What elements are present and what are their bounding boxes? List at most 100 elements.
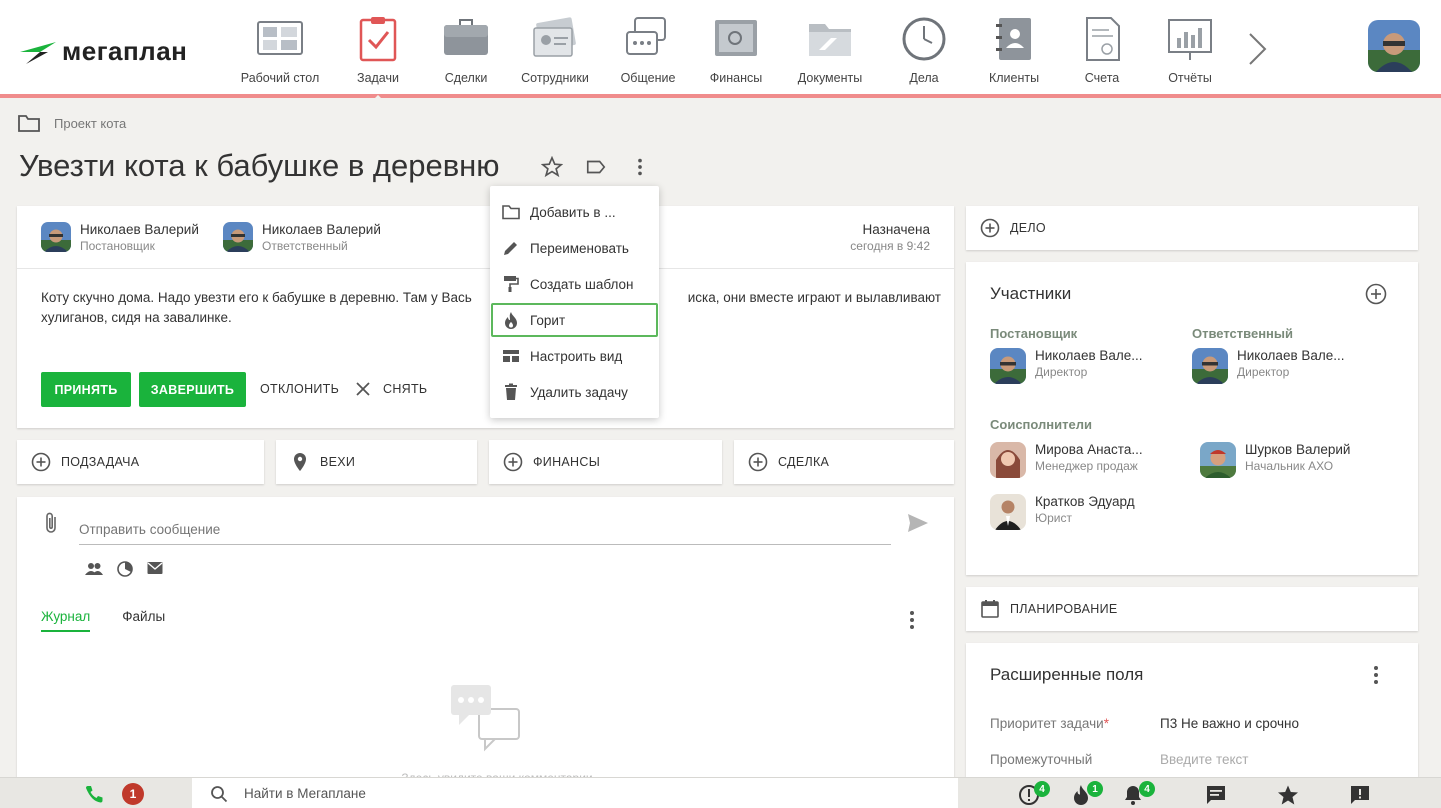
avatar	[1200, 442, 1236, 478]
envelope-icon[interactable]	[147, 561, 163, 575]
user-avatar[interactable]	[1368, 20, 1420, 72]
nav-label: Счета	[1084, 71, 1120, 85]
planning-button[interactable]: ПЛАНИРОВАНИЕ	[966, 587, 1418, 631]
location-pin-icon	[294, 453, 306, 471]
planning-label: ПЛАНИРОВАНИЕ	[1010, 602, 1118, 616]
more-vertical-icon[interactable]	[1365, 664, 1387, 686]
global-search[interactable]: Найти в Мегаплане	[192, 778, 958, 808]
menu-item-label: Горит	[530, 312, 566, 328]
clock-icon	[902, 17, 946, 61]
plus-circle-icon	[748, 452, 768, 472]
nav-item-affairs[interactable]: Дела	[874, 0, 974, 98]
alerts-badge: 4	[1034, 781, 1050, 797]
nav-item-communication[interactable]: Общение	[610, 0, 686, 98]
participant-coexecutor[interactable]: Мирова Анаста... Менеджер продаж	[990, 442, 1143, 478]
message-icon[interactable]	[1205, 784, 1227, 806]
task-author[interactable]: Николаев Валерий Постановщик	[41, 222, 199, 253]
nav-item-deals[interactable]: Сделки	[432, 0, 500, 98]
menu-item-label: Создать шаблон	[530, 276, 634, 292]
description-end: иска, они вместе играют и вылавливают	[687, 290, 941, 305]
close-icon	[356, 382, 370, 396]
chevron-right-icon[interactable]	[1244, 32, 1270, 66]
complete-button[interactable]: ЗАВЕРШИТЬ	[139, 372, 246, 407]
nav-item-invoices[interactable]: Счета	[1054, 0, 1150, 98]
add-subtask-button[interactable]: ПОДЗАДАЧА	[17, 440, 264, 484]
participant-role: Директор	[1035, 365, 1088, 379]
participant-name: Николаев Вале...	[1237, 348, 1345, 363]
divider	[17, 268, 954, 269]
hot-tasks-badge: 1	[1087, 781, 1103, 797]
priority-value[interactable]: П3 Не важно и срочно	[1160, 716, 1299, 731]
add-milestone-button[interactable]: ВЕХИ	[276, 440, 477, 484]
pie-timer-icon[interactable]	[117, 561, 133, 577]
page-title: Увезти кота к бабушке в деревню	[19, 148, 500, 183]
affair-label: ДЕЛО	[1010, 221, 1046, 235]
fire-icon	[505, 312, 517, 329]
star-icon[interactable]	[1277, 784, 1299, 806]
participant-responsible[interactable]: Николаев Вале... Директор	[1192, 348, 1345, 384]
avatar	[990, 494, 1026, 530]
phone-icon[interactable]	[84, 785, 104, 805]
add-participant-icon[interactable]	[1365, 283, 1387, 305]
nav-label: Задачи	[357, 71, 399, 85]
required-mark: *	[1103, 716, 1109, 731]
nav-item-employees[interactable]: Сотрудники	[500, 0, 610, 98]
menu-item-configure-view[interactable]: Настроить вид	[490, 338, 659, 374]
nav-item-desktop[interactable]: Рабочий стол	[236, 0, 324, 98]
megaplan-logo[interactable]: мегаплан	[18, 34, 187, 67]
nav-item-tasks[interactable]: Задачи	[324, 0, 432, 98]
menu-item-delete-task[interactable]: Удалить задачу	[490, 374, 659, 410]
logo-text: мегаплан	[62, 36, 188, 66]
paint-roller-icon	[504, 276, 519, 292]
intermediate-input[interactable]: Введите текст	[1160, 752, 1248, 767]
participant-coexecutor[interactable]: Шурков Валерий Начальник АХО	[1200, 442, 1350, 478]
add-finance-button[interactable]: ФИНАНСЫ	[489, 440, 722, 484]
star-icon[interactable]	[540, 155, 564, 179]
tag-icon[interactable]	[584, 155, 608, 179]
contacts-book-icon	[996, 18, 1031, 60]
accept-button[interactable]: ПРИНЯТЬ	[41, 372, 131, 407]
nav-item-finance[interactable]: Финансы	[686, 0, 786, 98]
avatar	[1192, 348, 1228, 384]
author-role: Постановщик	[80, 239, 155, 253]
task-responsible[interactable]: Николаев Валерий Ответственный	[223, 222, 381, 253]
plus-circle-icon	[503, 452, 523, 472]
more-vertical-icon[interactable]	[901, 609, 923, 631]
briefcase-icon	[444, 19, 488, 55]
people-icon[interactable]	[85, 561, 103, 577]
menu-item-rename[interactable]: Переименовать	[490, 230, 659, 266]
tab-journal[interactable]: Журнал	[41, 609, 91, 632]
breadcrumb[interactable]: Проект кота	[18, 114, 126, 132]
intermediate-label: Промежуточный	[990, 752, 1093, 767]
paperclip-icon[interactable]	[43, 511, 59, 535]
menu-item-hot[interactable]: Горит	[490, 302, 659, 338]
top-navigation: мегаплан Рабочий стол Задачи Сделки Сотр…	[0, 0, 1441, 98]
task-card: Николаев Валерий Постановщик Николаев Ва…	[17, 206, 954, 428]
tab-files[interactable]: Файлы	[122, 609, 165, 632]
nav-item-documents[interactable]: Документы	[786, 0, 874, 98]
add-deal-button[interactable]: СДЕЛКА	[734, 440, 954, 484]
participant-role: Юрист	[1035, 511, 1072, 525]
invoice-icon	[1086, 17, 1120, 61]
message-input[interactable]	[79, 515, 891, 545]
search-icon	[211, 785, 228, 802]
participant-coexecutor[interactable]: Кратков Эдуард Юрист	[990, 494, 1135, 530]
menu-item-label: Удалить задачу	[530, 384, 628, 400]
menu-item-label: Добавить в ...	[530, 204, 616, 220]
nav-item-reports[interactable]: Отчёты	[1150, 0, 1230, 98]
more-vertical-icon[interactable]	[628, 155, 652, 179]
notifications-badge: 4	[1139, 781, 1155, 797]
feedback-icon[interactable]	[1349, 784, 1371, 806]
menu-item-add-to[interactable]: Добавить в ...	[490, 194, 659, 230]
participant-author[interactable]: Николаев Вале... Директор	[990, 348, 1143, 384]
breadcrumb-label: Проект кота	[54, 115, 127, 131]
remove-button[interactable]: СНЯТЬ	[355, 381, 427, 397]
menu-item-create-template[interactable]: Создать шаблон	[490, 266, 659, 302]
reject-button[interactable]: ОТКЛОНИТЬ	[260, 382, 339, 396]
send-icon[interactable]	[907, 513, 929, 533]
nav-label: Документы	[797, 71, 863, 85]
empty-chat-icon	[451, 685, 520, 752]
add-affair-button[interactable]: ДЕЛО	[966, 206, 1418, 250]
nav-item-clients[interactable]: Клиенты	[974, 0, 1054, 98]
nav-label: Сотрудники	[521, 71, 589, 85]
